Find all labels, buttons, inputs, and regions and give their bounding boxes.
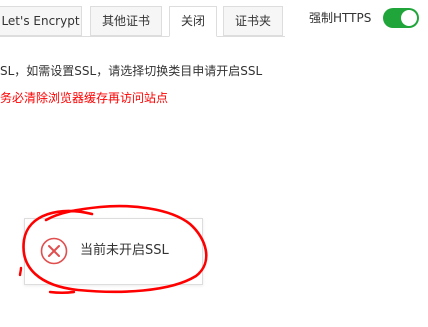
tab-close[interactable]: 关闭 — [169, 6, 217, 37]
toggle-knob — [401, 10, 417, 26]
tab-lets-encrypt[interactable]: Let's Encrypt — [0, 6, 82, 36]
force-https-label: 强制HTTPS — [309, 11, 372, 25]
ssl-setup-hint: SL，如需设置SSL，请选择切换类目申请开启SSL — [0, 64, 263, 78]
tab-other-certificates[interactable]: 其他证书 — [90, 6, 162, 36]
ssl-status-text: 当前未开启SSL — [80, 243, 169, 258]
force-https-toggle[interactable] — [383, 8, 419, 28]
tab-bar-divider — [0, 36, 285, 37]
close-circle-icon — [40, 237, 68, 265]
clear-cache-warning: 务必清除浏览器缓存再访问站点 — [0, 91, 169, 105]
ssl-status-panel: 当前未开启SSL — [24, 218, 203, 285]
tab-certificate-folder[interactable]: 证书夹 — [223, 6, 283, 36]
